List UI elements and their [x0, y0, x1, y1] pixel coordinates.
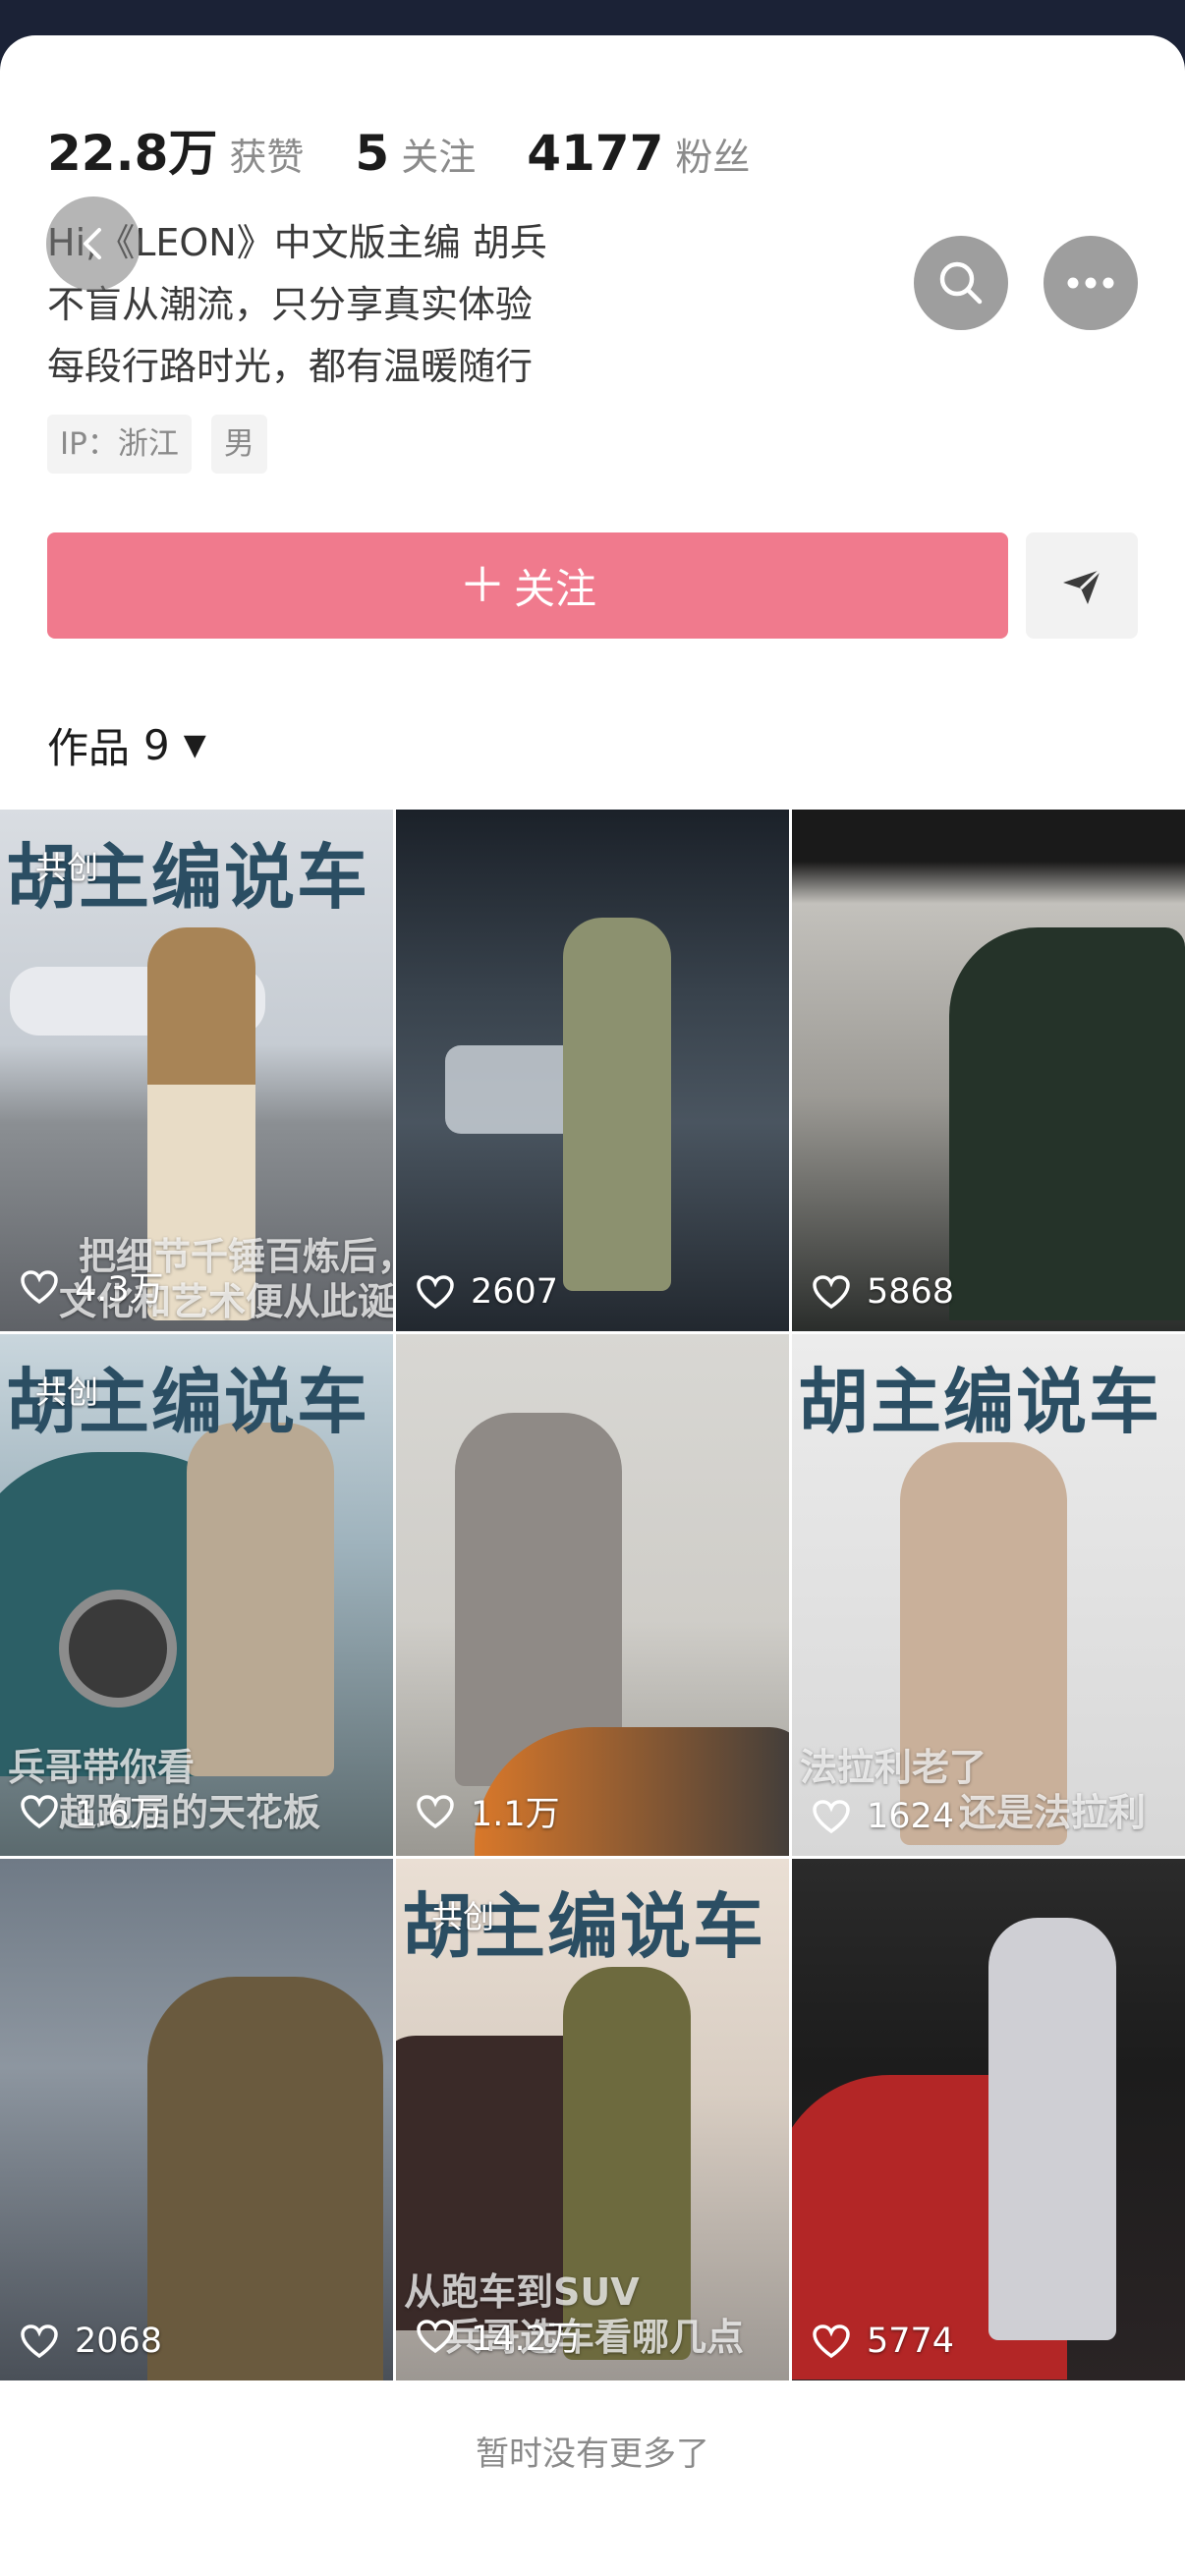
video-thumbnail[interactable]: 胡主编说车 法拉利老了 还是法拉利 1624 [792, 1334, 1185, 1856]
video-thumbnail[interactable]: 2607 [396, 810, 789, 1331]
works-tab[interactable]: 作品 9 ▼ [47, 715, 206, 775]
person-figure [949, 927, 1185, 1320]
person-figure [563, 918, 671, 1291]
followers-stat[interactable]: 4177 粉丝 [527, 125, 750, 182]
video-thumbnail[interactable]: 胡主编说车 共创 把细节千锤百炼后， 文化和艺术便从此诞生 4.3万 [0, 810, 393, 1331]
heart-icon [21, 1794, 58, 1828]
like-count: 5868 [812, 1272, 954, 1312]
like-count-text: 4.3万 [75, 1270, 164, 1310]
no-more-content-message: 暂时没有更多了 [476, 2435, 709, 2474]
likes-count: 22.8万 [47, 125, 218, 182]
search-icon [939, 261, 983, 305]
heart-icon [813, 2324, 850, 2359]
like-count: 1624 [812, 1797, 954, 1836]
profile-tags: IP：浙江 男 [47, 415, 287, 474]
heart-icon [417, 1275, 454, 1310]
person-figure [187, 1423, 334, 1776]
like-count-text: 2068 [75, 2322, 163, 2361]
like-count: 1.1万 [416, 1786, 560, 1836]
profile-stats: 22.8万 获赞 5 关注 4177 粉丝 [47, 114, 801, 185]
video-thumbnail[interactable]: 1.1万 [396, 1334, 789, 1856]
profile-sheet: 22.8万 获赞 5 关注 4177 粉丝 Hi,《LEON》中文版主编 胡兵 … [0, 35, 1185, 2576]
bio-line: 每段行路时光，都有温暖随行 [47, 345, 534, 388]
like-count: 14.2万 [416, 2311, 582, 2361]
chevron-left-icon [84, 228, 101, 259]
likes-label: 获赞 [229, 136, 305, 179]
like-count-text: 5868 [867, 1272, 955, 1312]
thumbnail-headline: 胡主编说车 [798, 1361, 1162, 1443]
heart-icon [21, 2324, 58, 2359]
like-count-text: 1.6万 [75, 1795, 164, 1834]
thumbnail-caption: 兵哥带你看 [8, 1746, 196, 1789]
wheel-shape [59, 1590, 177, 1708]
video-thumbnail[interactable]: 胡主编说车 共创 从跑车到SUV 兵哥选车看哪几点 14.2万 [396, 1859, 789, 2380]
followers-label: 粉丝 [675, 136, 751, 179]
gender-tag: 男 [210, 415, 267, 474]
thumbnail-caption: 法拉利老了 [800, 1746, 988, 1789]
video-thumbnail[interactable]: 5868 [792, 810, 1185, 1331]
following-stat[interactable]: 5 关注 [355, 125, 476, 182]
bio-line: 不盲从潮流，只分享真实体验 [47, 283, 534, 326]
heart-icon [417, 1794, 454, 1828]
following-count: 5 [355, 125, 390, 182]
person-figure [988, 1918, 1116, 2340]
more-button[interactable] [1044, 236, 1138, 330]
share-button[interactable] [1026, 532, 1138, 639]
cocreate-badge: 共创 [35, 849, 99, 886]
cocreate-badge: 共创 [431, 1898, 495, 1935]
cocreate-badge: 共创 [35, 1373, 99, 1411]
heart-icon [813, 1275, 850, 1310]
car-shape [445, 1045, 583, 1134]
thumbnail-caption: 还是法拉利 [959, 1791, 1147, 1834]
send-icon [1063, 568, 1102, 604]
like-count: 2607 [416, 1272, 558, 1312]
heart-icon [21, 1269, 58, 1304]
video-thumbnail[interactable]: 2068 [0, 1859, 393, 2380]
like-count: 1.6万 [20, 1786, 164, 1836]
like-count-text: 1.1万 [471, 1795, 560, 1834]
like-count: 4.3万 [20, 1261, 164, 1312]
followers-count: 4177 [527, 125, 664, 182]
follow-button[interactable]: ＋ 关注 [47, 532, 1008, 639]
heart-icon [813, 1800, 850, 1834]
search-button[interactable] [914, 236, 1008, 330]
like-count: 2068 [20, 2322, 162, 2361]
likes-stat[interactable]: 22.8万 获赞 [47, 114, 304, 185]
like-count-text: 2607 [471, 1272, 559, 1312]
thumbnail-caption: 从跑车到SUV [404, 2270, 640, 2314]
video-thumbnail[interactable]: 胡主编说车 共创 兵哥带你看 超跑届的天花板 1.6万 [0, 1334, 393, 1856]
like-count-text: 5774 [867, 2322, 955, 2361]
ip-location-tag: IP：浙江 [47, 415, 192, 474]
following-label: 关注 [401, 136, 477, 179]
follow-label: 关注 [514, 564, 597, 613]
plus-icon: ＋ [458, 558, 506, 613]
like-count: 5774 [812, 2322, 954, 2361]
like-count-text: 14.2万 [471, 2320, 582, 2359]
more-icon [1067, 277, 1114, 289]
works-count: 9 [143, 721, 170, 769]
person-figure [147, 1977, 383, 2380]
heart-icon [417, 2319, 454, 2353]
back-button[interactable] [46, 196, 141, 291]
like-count-text: 1624 [867, 1797, 955, 1836]
video-thumbnail[interactable]: 5774 [792, 1859, 1185, 2380]
works-label: 作品 [47, 724, 131, 772]
caret-down-icon: ▼ [183, 728, 206, 762]
